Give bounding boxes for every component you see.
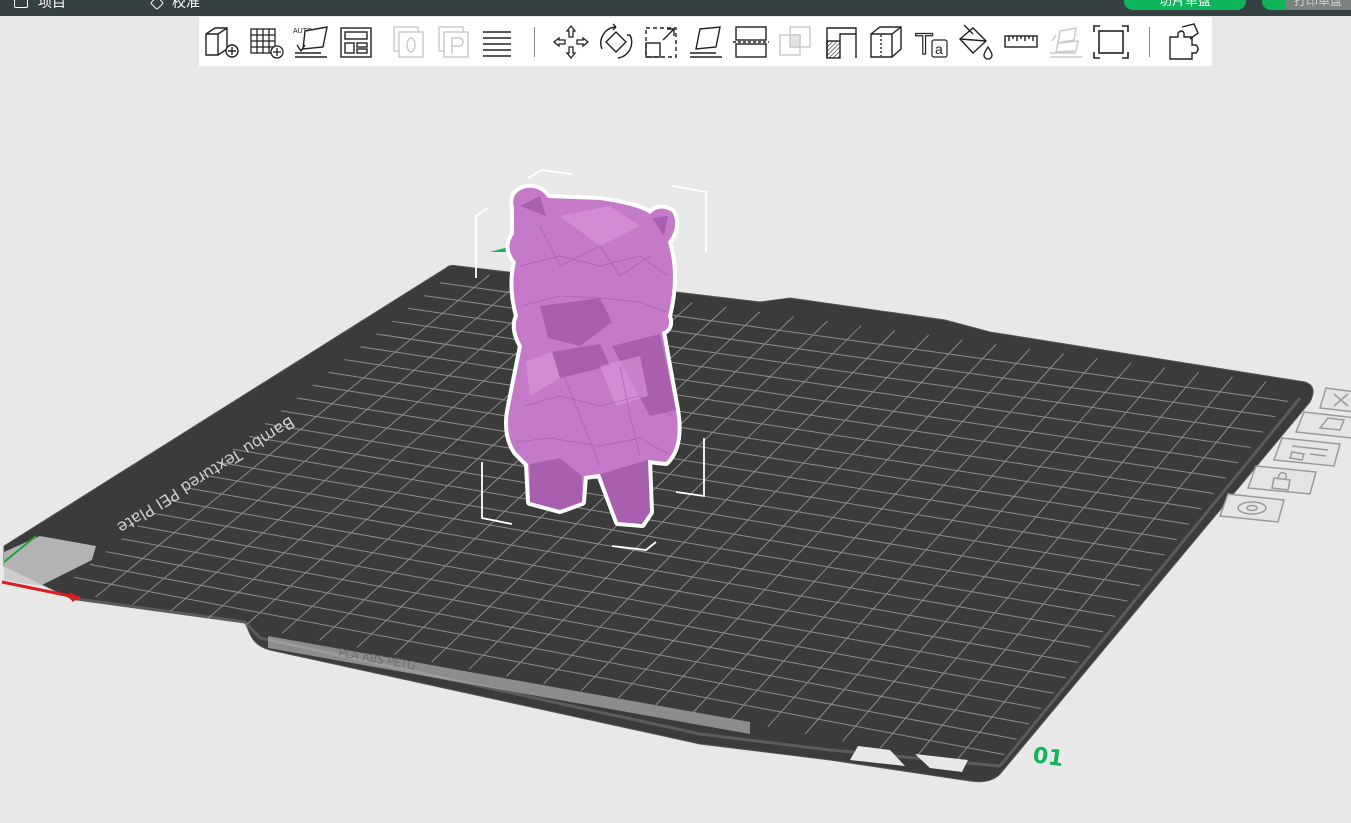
text-tool-glyph: T	[915, 28, 933, 61]
scene-canvas[interactable]: Bambu Textured PEI Plate PLA ABS PETG 01	[0, 66, 1351, 823]
bear-model[interactable]	[504, 183, 682, 528]
scale-button[interactable]	[641, 23, 681, 61]
tab-calibration-label: 校准	[172, 0, 200, 10]
calibration-icon	[149, 0, 165, 11]
move-icon	[552, 24, 590, 60]
lock-plate-button[interactable]	[1246, 465, 1317, 495]
print-plate-button[interactable]: 打印单盘	[1262, 0, 1351, 10]
split-objects-button[interactable]	[388, 23, 428, 61]
project-icon	[14, 0, 28, 9]
boolean-icon	[779, 26, 811, 56]
plate-number: 01	[1031, 743, 1065, 772]
slicer-app: 项目 校准 切片单盘 打印单盘 AUTO T a Bambu Textured …	[0, 0, 1351, 823]
variable-layer-button[interactable]	[1164, 23, 1204, 61]
plate-settings-button[interactable]	[1218, 493, 1285, 523]
move-button[interactable]	[551, 23, 591, 61]
split-parts-button[interactable]	[433, 23, 473, 61]
fit-view-button[interactable]	[1091, 23, 1131, 61]
close-plate-button[interactable]	[1319, 387, 1351, 413]
lay-on-face-icon	[690, 26, 722, 58]
print-plate-label: 打印单盘	[1286, 0, 1351, 10]
3d-viewport[interactable]: Bambu Textured PEI Plate PLA ABS PETG 01	[0, 66, 1351, 823]
top-bar: 项目 校准 切片单盘 打印单盘	[0, 0, 1351, 16]
seam-paint-button[interactable]	[866, 23, 906, 61]
auto-orient-icon: AUTO	[293, 26, 328, 58]
add-plate-button[interactable]	[246, 23, 286, 61]
add-object-button[interactable]	[201, 23, 241, 61]
arrange-button[interactable]	[336, 23, 376, 61]
split-objects-icon	[393, 26, 424, 58]
toolbar-separator	[534, 27, 535, 57]
split-parts-icon	[438, 26, 469, 58]
support-paint-icon	[826, 27, 857, 59]
assembly-button[interactable]	[1046, 23, 1086, 61]
variable-layer-icon	[1169, 23, 1199, 60]
color-paint-button[interactable]	[956, 23, 996, 61]
cut-button[interactable]	[731, 23, 771, 61]
assembly-icon	[1050, 27, 1082, 58]
arrange-icon	[340, 27, 372, 58]
measure-button[interactable]	[1001, 23, 1041, 61]
slice-plate-button[interactable]: 切片单盘	[1124, 0, 1246, 10]
rotate-button[interactable]	[596, 23, 636, 61]
auto-orient-button[interactable]: AUTO	[291, 23, 331, 61]
boolean-button[interactable]	[776, 23, 816, 61]
color-paint-icon	[958, 24, 993, 60]
orient-plate-button[interactable]	[1294, 411, 1351, 439]
arrange-plate-button[interactable]	[1272, 437, 1341, 467]
measure-icon	[1004, 35, 1038, 48]
support-paint-button[interactable]	[821, 23, 861, 61]
main-toolbar: AUTO T a	[199, 17, 1212, 66]
cut-icon	[733, 26, 769, 58]
text-button[interactable]: T a	[911, 23, 951, 61]
lay-on-face-button[interactable]	[686, 23, 726, 61]
layers-icon	[483, 31, 511, 57]
text-tool-sub-glyph: a	[935, 41, 943, 57]
plate-side-buttons	[1218, 387, 1351, 523]
add-object-icon	[205, 27, 239, 58]
toolbar-separator	[1149, 27, 1150, 57]
seam-paint-icon	[870, 26, 902, 58]
rotate-icon	[600, 23, 633, 59]
tab-calibration[interactable]: 校准	[149, 0, 200, 11]
tab-prepare[interactable]: 项目	[14, 0, 66, 10]
add-plate-icon	[250, 28, 284, 59]
fit-view-icon	[1093, 25, 1129, 59]
layers-button[interactable]	[477, 23, 517, 61]
text-icon: T a	[914, 27, 948, 61]
tab-prepare-label: 项目	[38, 0, 66, 10]
scale-icon	[645, 27, 677, 58]
